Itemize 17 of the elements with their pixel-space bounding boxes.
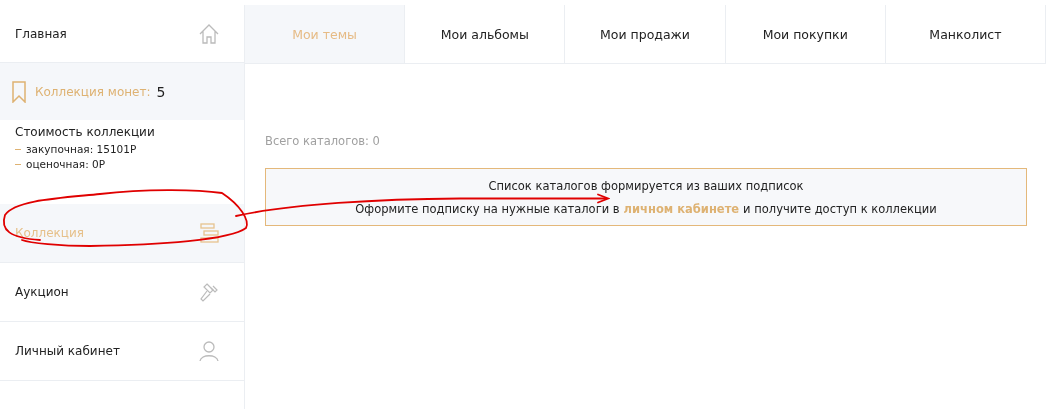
bars-icon — [198, 222, 220, 244]
notice-text: Оформите подписку на нужные каталоги в — [355, 202, 620, 216]
cost-value: закупочная: 15101Р — [26, 143, 137, 155]
notice-text: и получите доступ к коллекции — [743, 202, 937, 216]
bookmark-icon — [12, 80, 26, 103]
home-icon — [198, 22, 220, 45]
gavel-icon — [198, 281, 220, 303]
home-link[interactable]: Главная — [15, 26, 67, 41]
dash-mark — [15, 148, 21, 150]
collection-count: 5 — [156, 83, 166, 100]
notice-text: Список каталогов формируется из ваших подписок — [488, 179, 804, 193]
dash-mark — [15, 163, 21, 165]
user-icon — [198, 340, 220, 362]
catalog-count: Всего каталогов: 0 — [265, 134, 381, 148]
cost-title: Стоимость коллекции — [15, 125, 156, 139]
cost-value: оценочная: 0Р — [26, 158, 106, 170]
collection-summary-label: Коллекция монет: — [35, 84, 151, 99]
